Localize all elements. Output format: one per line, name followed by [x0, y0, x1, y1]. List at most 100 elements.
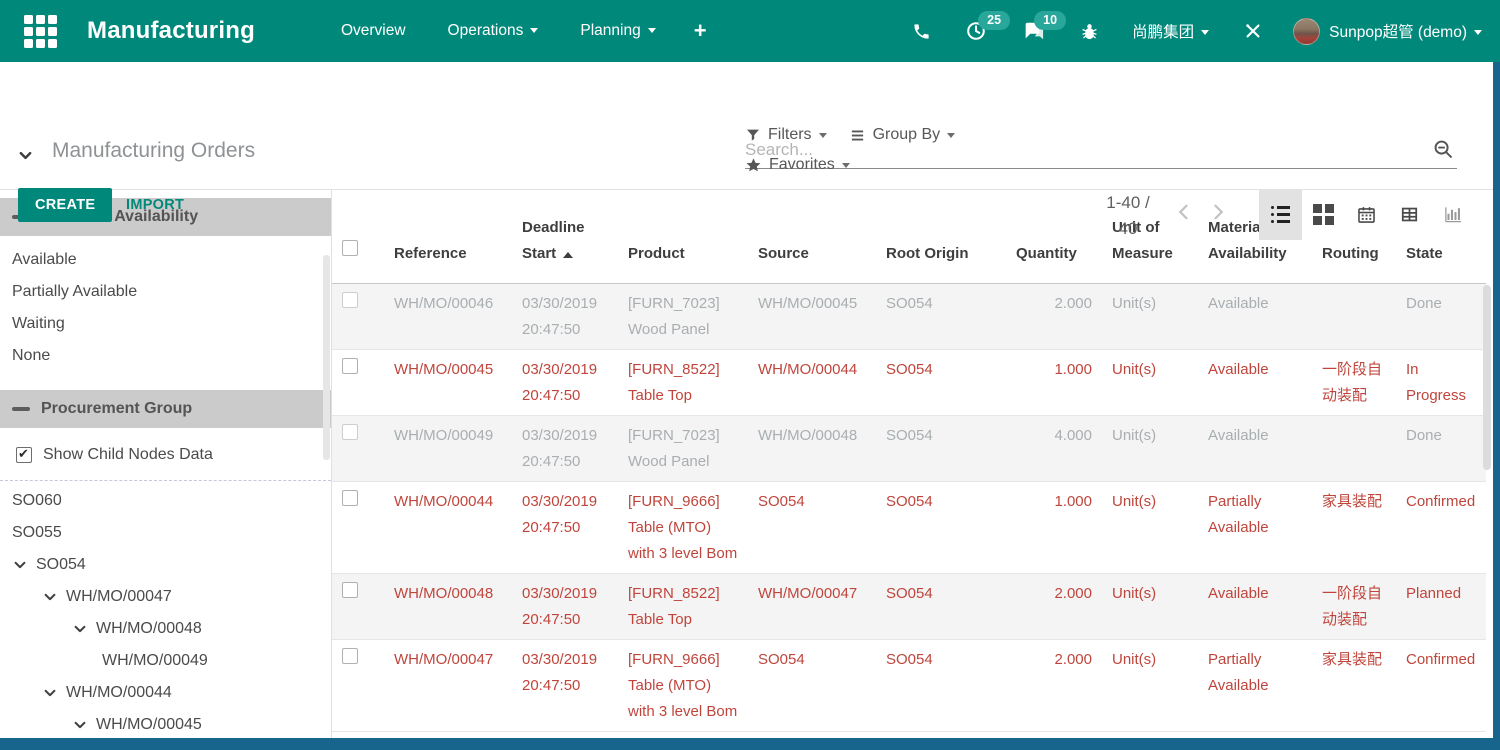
- show-child-nodes-checkbox[interactable]: Show Child Nodes Data: [0, 438, 331, 472]
- cell-deadline: 03/30/2019 20:47:50: [512, 283, 618, 349]
- chevron-down-icon[interactable]: [42, 590, 58, 604]
- cell-uom: Unit(s): [1102, 349, 1198, 415]
- filters-dropdown[interactable]: Filters: [745, 126, 827, 144]
- tree-item-wh-mo-00047[interactable]: WH/MO/00047: [0, 581, 331, 613]
- table-row[interactable]: WH/MO/00047 03/30/2019 20:47:50 [FURN_96…: [332, 639, 1486, 731]
- activities-clock-icon[interactable]: 25: [965, 20, 987, 42]
- cell-root-origin: SO054: [876, 481, 1006, 573]
- cell-source: WH/MO/00048: [748, 415, 876, 481]
- table-row[interactable]: WH/MO/00045 03/30/2019 20:47:50 [FURN_85…: [332, 349, 1486, 415]
- kanban-view-icon: [1313, 204, 1334, 225]
- col-quantity[interactable]: Quantity: [1006, 190, 1102, 283]
- filter-item-partially-available[interactable]: Partially Available: [0, 276, 331, 308]
- col-product[interactable]: Product: [618, 190, 748, 283]
- create-button[interactable]: CREATE: [18, 188, 112, 222]
- page-scrollbar[interactable]: [1483, 285, 1491, 470]
- import-button[interactable]: IMPORT: [126, 197, 184, 213]
- cell-uom: Unit(s): [1102, 639, 1198, 731]
- bug-icon[interactable]: [1079, 21, 1100, 42]
- cell-uom: Unit(s): [1102, 283, 1198, 349]
- group-by-dropdown[interactable]: Group By: [849, 126, 956, 144]
- row-checkbox[interactable]: [342, 582, 358, 598]
- row-checkbox[interactable]: [342, 424, 358, 440]
- app-title: Manufacturing: [87, 17, 255, 45]
- col-root-origin[interactable]: Root Origin: [876, 190, 1006, 283]
- cell-quantity: 2.000: [1006, 639, 1102, 731]
- col-deadline-start[interactable]: Deadline Start: [512, 190, 618, 283]
- divider: [0, 480, 331, 481]
- row-checkbox[interactable]: [342, 648, 358, 664]
- tree-item-wh-mo-00045[interactable]: WH/MO/00045: [0, 709, 331, 738]
- cell-routing: [1312, 283, 1396, 349]
- row-checkbox[interactable]: [342, 292, 358, 308]
- row-checkbox[interactable]: [342, 490, 358, 506]
- sidebar-scrollbar[interactable]: [323, 255, 330, 460]
- manufacturing-orders-list: Reference Deadline Start Product Source …: [332, 190, 1493, 738]
- quick-add-button[interactable]: +: [684, 14, 717, 48]
- col-source[interactable]: Source: [748, 190, 876, 283]
- chevron-down-icon[interactable]: [72, 622, 88, 636]
- tree-item-so060[interactable]: SO060: [0, 485, 331, 517]
- messages-icon[interactable]: 10: [1021, 20, 1045, 42]
- user-avatar[interactable]: [1293, 18, 1320, 45]
- breadcrumb-expand-icon[interactable]: [17, 148, 34, 168]
- menu-operations[interactable]: Operations: [434, 14, 553, 48]
- tree-item-so054[interactable]: SO054: [0, 549, 331, 581]
- calendar-view-icon: [1357, 205, 1376, 224]
- favorites-dropdown[interactable]: Favorites: [745, 156, 850, 174]
- cell-source: WH/MO/00045: [748, 283, 876, 349]
- checkbox-checked-icon[interactable]: [16, 447, 32, 463]
- chevron-down-icon[interactable]: [12, 558, 28, 572]
- apps-grid-icon[interactable]: [24, 15, 57, 48]
- calendar-view-button[interactable]: [1345, 189, 1388, 240]
- procurement-group-tree: SO060 SO055 SO054 WH/MO/00047 WH/MO/0004…: [0, 485, 331, 738]
- sort-asc-icon: [563, 252, 573, 258]
- table-row[interactable]: WH/MO/00046 03/30/2019 20:47:50 [FURN_70…: [332, 283, 1486, 349]
- search-panel-sidebar: Materials Availability Available Partial…: [0, 190, 332, 738]
- list-view-button[interactable]: [1259, 189, 1302, 240]
- messages-count-badge: 10: [1034, 11, 1066, 30]
- tree-item-wh-mo-00044[interactable]: WH/MO/00044: [0, 677, 331, 709]
- table-row[interactable]: WH/MO/00048 03/30/2019 20:47:50 [FURN_85…: [332, 573, 1486, 639]
- app-menu: Overview Operations Planning +: [327, 14, 717, 48]
- cell-deadline: 03/30/2019 20:47:50: [512, 415, 618, 481]
- menu-planning[interactable]: Planning: [566, 14, 669, 48]
- tree-item-wh-mo-00048[interactable]: WH/MO/00048: [0, 613, 331, 645]
- kanban-view-button[interactable]: [1302, 189, 1345, 240]
- search-icon[interactable]: [1432, 138, 1455, 166]
- cell-root-origin: SO054: [876, 283, 1006, 349]
- cell-deadline: 03/30/2019 20:47:50: [512, 573, 618, 639]
- pivot-view-button[interactable]: [1388, 189, 1431, 240]
- filter-item-none[interactable]: None: [0, 340, 331, 372]
- select-all-checkbox[interactable]: [342, 240, 358, 256]
- chevron-down-icon[interactable]: [42, 686, 58, 700]
- table-row[interactable]: WH/MO/00044 03/30/2019 20:47:50 [FURN_96…: [332, 481, 1486, 573]
- debug-tools-icon[interactable]: [1243, 21, 1263, 41]
- pager-next-icon[interactable]: [1208, 202, 1228, 227]
- chevron-down-icon: [1474, 30, 1482, 35]
- chevron-down-icon[interactable]: [72, 718, 88, 732]
- section-procurement-group[interactable]: Procurement Group: [0, 390, 331, 428]
- tree-item-wh-mo-00049[interactable]: WH/MO/00049: [0, 645, 331, 677]
- col-reference[interactable]: Reference: [384, 190, 512, 283]
- filter-toolbar-row1: Filters Group By: [745, 126, 977, 144]
- graph-view-button[interactable]: [1431, 189, 1474, 240]
- company-switcher[interactable]: 尚鹏集团: [1132, 20, 1209, 42]
- view-switcher: [1259, 189, 1474, 240]
- activities-count-badge: 25: [978, 11, 1010, 30]
- cell-state: Done: [1396, 283, 1486, 349]
- table-row[interactable]: WH/MO/00049 03/30/2019 20:47:50 [FURN_70…: [332, 415, 1486, 481]
- cell-product: [FURN_7023] Wood Panel: [618, 283, 748, 349]
- phone-icon[interactable]: [912, 22, 931, 41]
- control-panel: Manufacturing Orders CREATE IMPORT Filte…: [0, 62, 1500, 190]
- filter-item-available[interactable]: Available: [0, 244, 331, 276]
- filter-item-waiting[interactable]: Waiting: [0, 308, 331, 340]
- menu-overview[interactable]: Overview: [327, 14, 420, 48]
- user-menu[interactable]: Sunpop超管 (demo): [1329, 20, 1482, 42]
- pager-prev-icon[interactable]: [1174, 202, 1194, 227]
- tree-item-so055[interactable]: SO055: [0, 517, 331, 549]
- cell-root-origin: SO054: [876, 349, 1006, 415]
- cell-routing: 家具装配: [1312, 639, 1396, 731]
- row-checkbox[interactable]: [342, 358, 358, 374]
- collapse-minus-icon: [12, 407, 30, 411]
